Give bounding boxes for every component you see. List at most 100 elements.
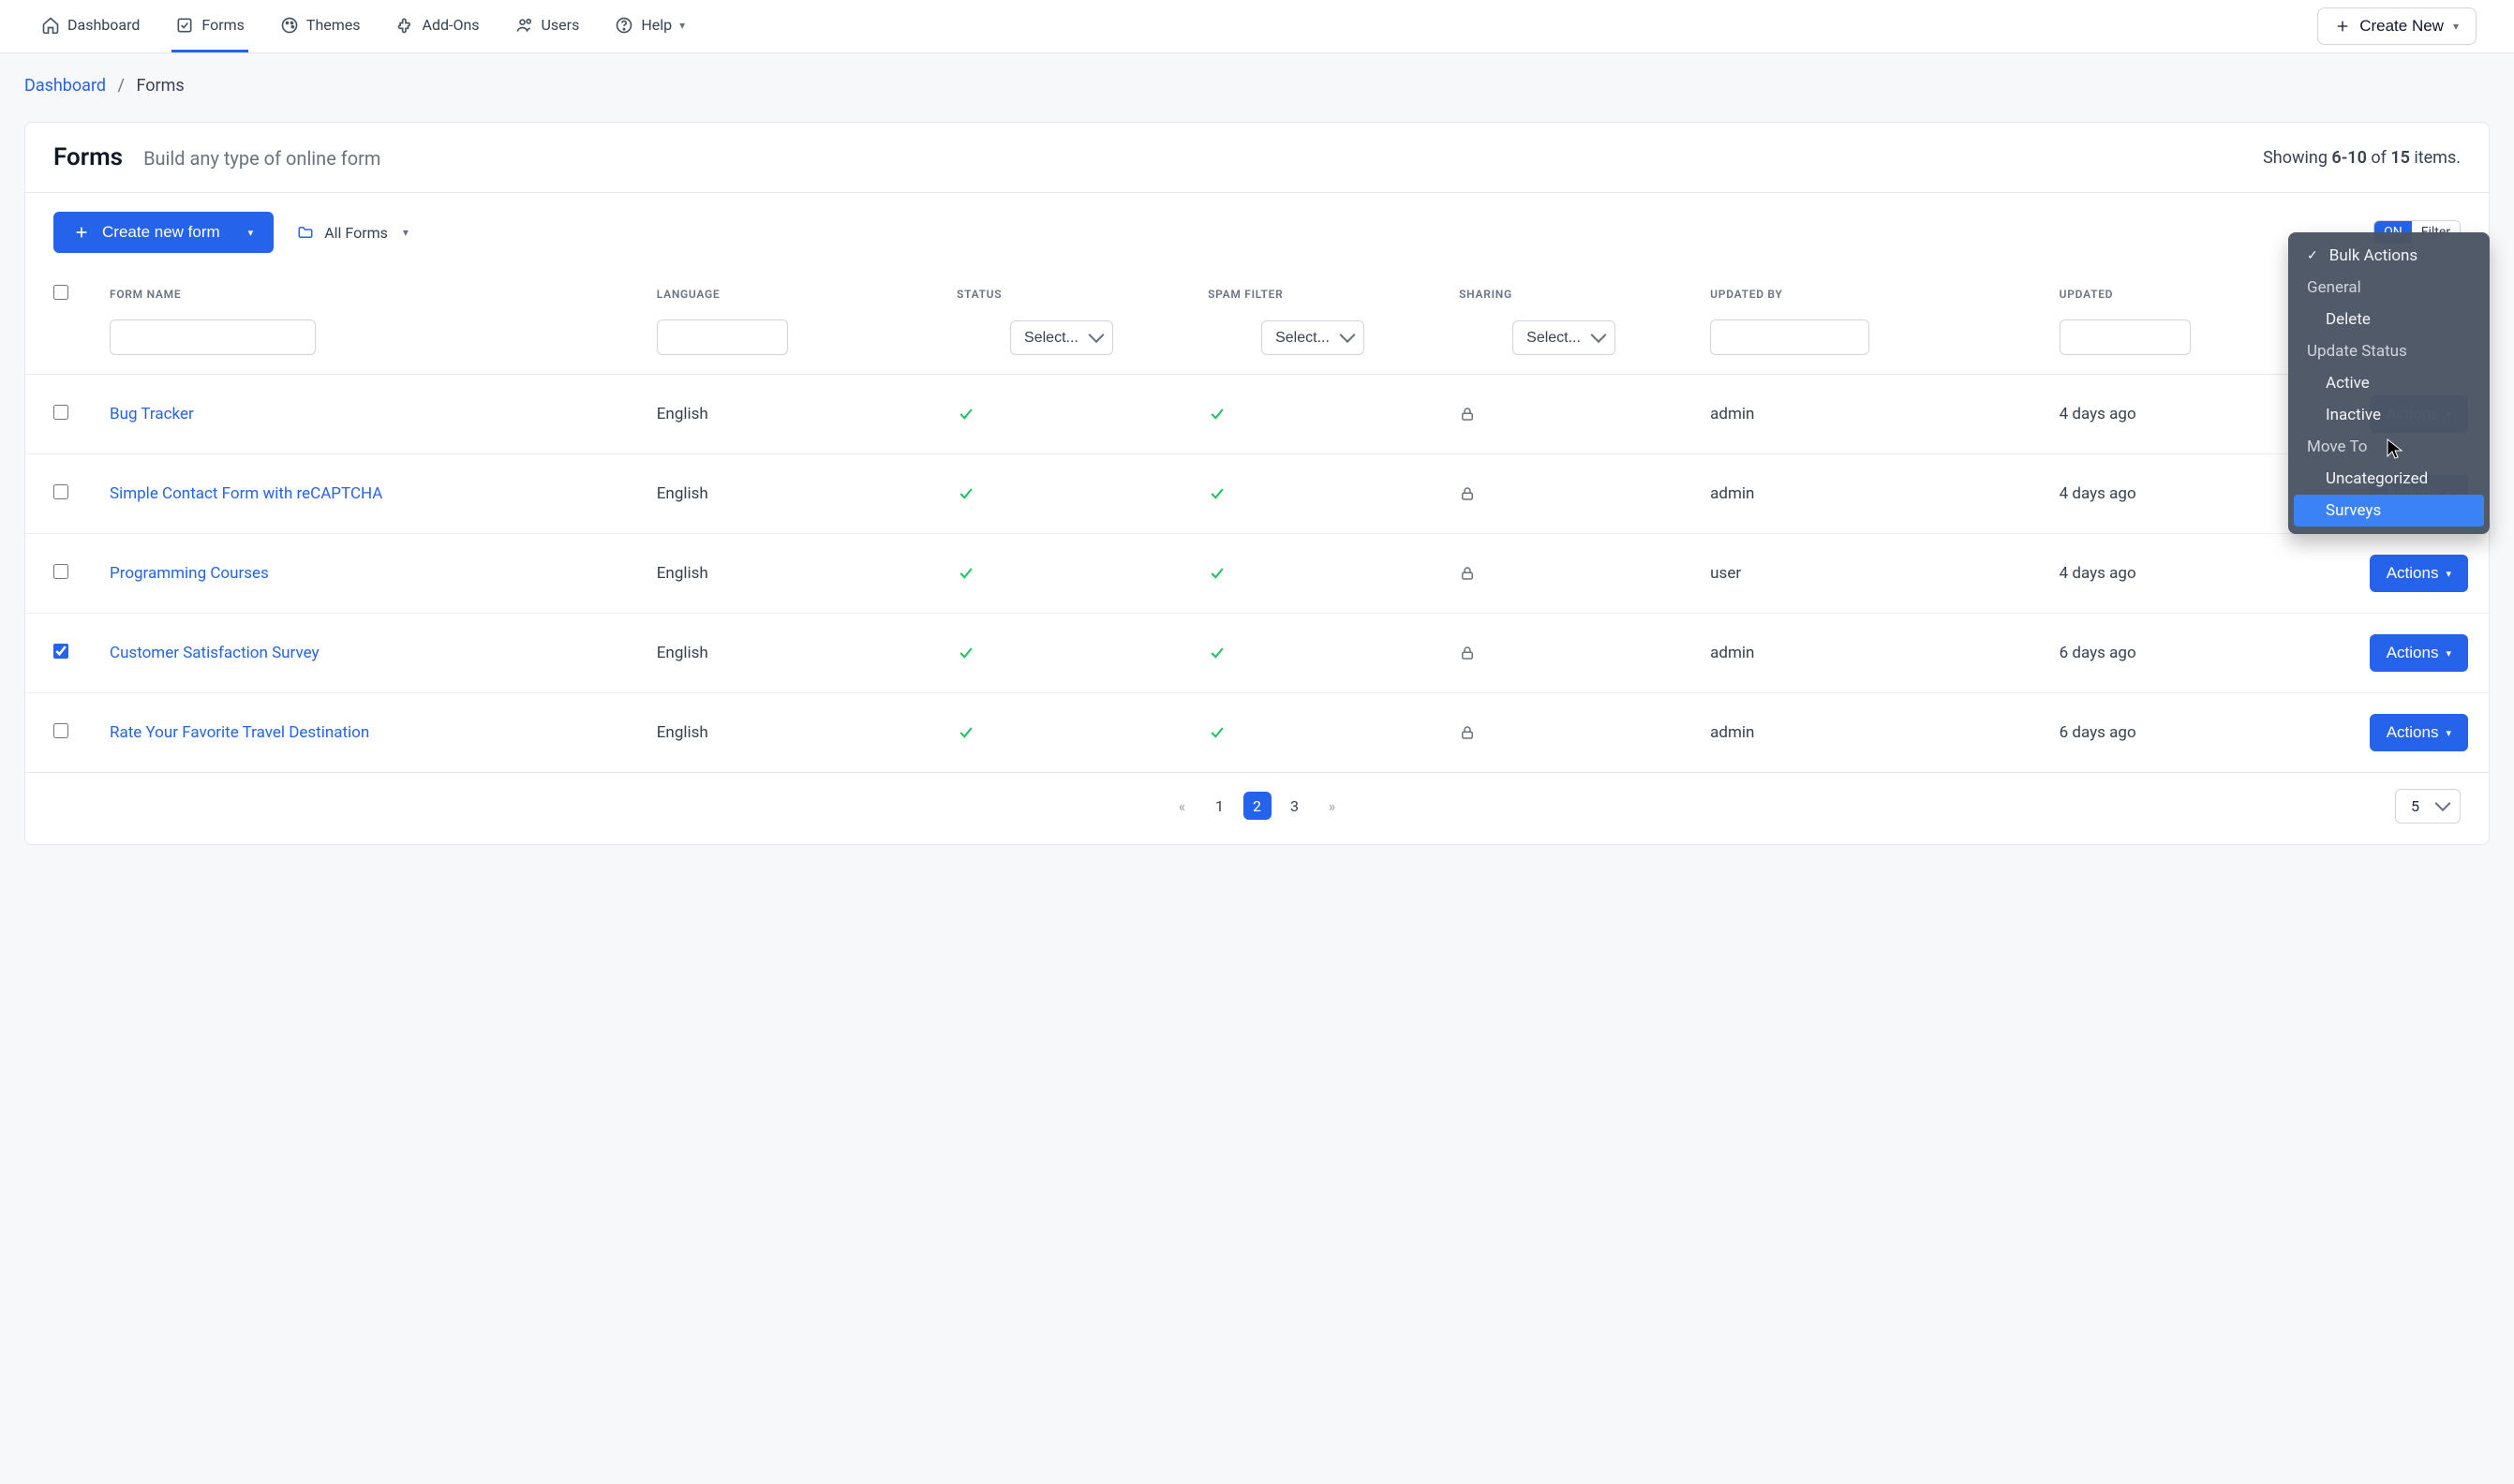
folder-icon: [296, 224, 315, 241]
page-title: Forms: [53, 143, 123, 171]
lock-icon: [1459, 645, 1669, 661]
nav-label: Users: [542, 16, 580, 34]
toolbar: Create new form ▾ All Forms ▾ ON Filter: [25, 193, 2489, 272]
showing-total: 15: [2390, 148, 2410, 168]
lock-icon: [1459, 485, 1669, 502]
table-row: Customer Satisfaction Survey English adm…: [25, 614, 2489, 693]
page-subtitle: Build any type of online form: [143, 147, 380, 170]
row-checkbox[interactable]: [53, 564, 68, 579]
breadcrumb-separator: /: [118, 76, 125, 96]
puzzle-icon: [396, 16, 415, 35]
forms-card: Forms Build any type of online form Show…: [24, 122, 2490, 845]
top-nav: Dashboard Forms Themes Add-Ons Users: [0, 0, 2514, 53]
cell-updated-by: user: [1689, 534, 2038, 614]
bulk-surveys[interactable]: Surveys: [2294, 495, 2484, 527]
cell-language: English: [636, 534, 936, 614]
breadcrumb-root[interactable]: Dashboard: [24, 76, 106, 96]
row-checkbox[interactable]: [53, 723, 68, 738]
nav-dashboard[interactable]: Dashboard: [37, 0, 143, 52]
chevron-down-icon: ▾: [2446, 568, 2451, 580]
col-spam: SPAM FILTER: [1187, 272, 1438, 312]
row-actions-button[interactable]: Actions ▾: [2370, 555, 2468, 592]
breadcrumb-current: Forms: [136, 76, 184, 96]
chevron-down-icon: ▾: [403, 226, 409, 239]
check-icon: [1208, 405, 1418, 423]
page-1[interactable]: 1: [1206, 792, 1234, 820]
check-icon: [957, 723, 1167, 742]
nav-label: Add-Ons: [423, 16, 480, 34]
col-name: FORM NAME: [89, 272, 636, 312]
filter-updated-input[interactable]: [2060, 319, 2191, 355]
row-checkbox[interactable]: [53, 484, 68, 499]
folder-filter-label: All Forms: [324, 224, 388, 242]
showing-suffix: items.: [2410, 148, 2461, 168]
forms-table: FORM NAME LANGUAGE STATUS SPAM FILTER SH…: [25, 272, 2489, 773]
bulk-actions-menu: Bulk Actions General Delete Update Statu…: [2288, 232, 2490, 534]
cell-updated-by: admin: [1689, 614, 2038, 693]
col-sharing: SHARING: [1438, 272, 1689, 312]
cell-updated: 4 days ago: [2039, 534, 2339, 614]
filter-language-input[interactable]: [657, 319, 788, 355]
table-row: Rate Your Favorite Travel Destination En…: [25, 693, 2489, 773]
cell-language: English: [636, 614, 936, 693]
bulk-group-status: Update Status: [2294, 335, 2484, 367]
nav-label: Help: [641, 16, 672, 34]
col-status: STATUS: [936, 272, 1187, 312]
form-link[interactable]: Rate Your Favorite Travel Destination: [110, 723, 369, 742]
col-language: LANGUAGE: [636, 272, 936, 312]
page-3[interactable]: 3: [1281, 792, 1309, 820]
chevron-down-icon: ▾: [679, 19, 685, 32]
chevron-down-icon: ▾: [248, 227, 254, 239]
check-icon: [1208, 644, 1418, 662]
page-2[interactable]: 2: [1243, 792, 1272, 820]
form-link[interactable]: Programming Courses: [110, 564, 269, 583]
form-link[interactable]: Customer Satisfaction Survey: [110, 644, 320, 662]
nav-forms[interactable]: Forms: [171, 0, 248, 52]
pagination: « 1 2 3 »: [1168, 792, 1346, 820]
check-icon: [957, 405, 1167, 423]
check-icon: [1208, 484, 1418, 503]
chevron-down-icon: ▾: [2446, 727, 2451, 739]
home-icon: [41, 16, 60, 35]
nav-left: Dashboard Forms Themes Add-Ons Users: [37, 0, 689, 52]
cell-language: English: [636, 375, 936, 454]
cell-updated-by: admin: [1689, 375, 2038, 454]
bulk-title[interactable]: Bulk Actions: [2294, 240, 2484, 272]
showing-of: of: [2367, 148, 2390, 168]
row-checkbox[interactable]: [53, 405, 68, 420]
nav-users[interactable]: Users: [512, 0, 584, 52]
row-checkbox[interactable]: [53, 644, 68, 659]
check-icon: [957, 564, 1167, 583]
nav-help[interactable]: Help ▾: [611, 0, 689, 52]
bulk-active[interactable]: Active: [2294, 367, 2484, 399]
table-row: Simple Contact Form with reCAPTCHA Engli…: [25, 454, 2489, 534]
create-form-button[interactable]: Create new form ▾: [53, 212, 274, 253]
filter-updatedby-input[interactable]: [1710, 319, 1869, 355]
bulk-inactive[interactable]: Inactive: [2294, 399, 2484, 431]
form-link[interactable]: Bug Tracker: [110, 405, 194, 423]
filter-status-select[interactable]: Select...: [1010, 320, 1113, 355]
bulk-uncategorized[interactable]: Uncategorized: [2294, 463, 2484, 495]
nav-addons[interactable]: Add-Ons: [393, 0, 483, 52]
page-next[interactable]: »: [1318, 792, 1346, 820]
bulk-delete[interactable]: Delete: [2294, 304, 2484, 335]
nav-label: Forms: [201, 16, 245, 34]
form-link[interactable]: Simple Contact Form with reCAPTCHA: [110, 484, 382, 503]
page-prev[interactable]: «: [1168, 792, 1197, 820]
nav-themes[interactable]: Themes: [276, 0, 364, 52]
row-actions-button[interactable]: Actions ▾: [2370, 714, 2468, 751]
folder-filter[interactable]: All Forms ▾: [296, 224, 409, 242]
filter-name-input[interactable]: [110, 319, 316, 355]
page-size-select[interactable]: 5: [2411, 797, 2419, 815]
cell-updated: 6 days ago: [2039, 614, 2339, 693]
select-all-checkbox[interactable]: [53, 285, 68, 300]
chevron-down-icon: ▾: [2453, 20, 2459, 33]
create-new-button[interactable]: Create New ▾: [2317, 7, 2477, 45]
nav-label: Themes: [306, 16, 361, 34]
showing-prefix: Showing: [2263, 148, 2331, 168]
row-actions-button[interactable]: Actions ▾: [2370, 634, 2468, 672]
lock-icon: [1459, 565, 1669, 582]
filter-sharing-select[interactable]: Select...: [1512, 320, 1615, 355]
filter-spam-select[interactable]: Select...: [1261, 320, 1364, 355]
create-new-label: Create New: [2359, 17, 2444, 36]
